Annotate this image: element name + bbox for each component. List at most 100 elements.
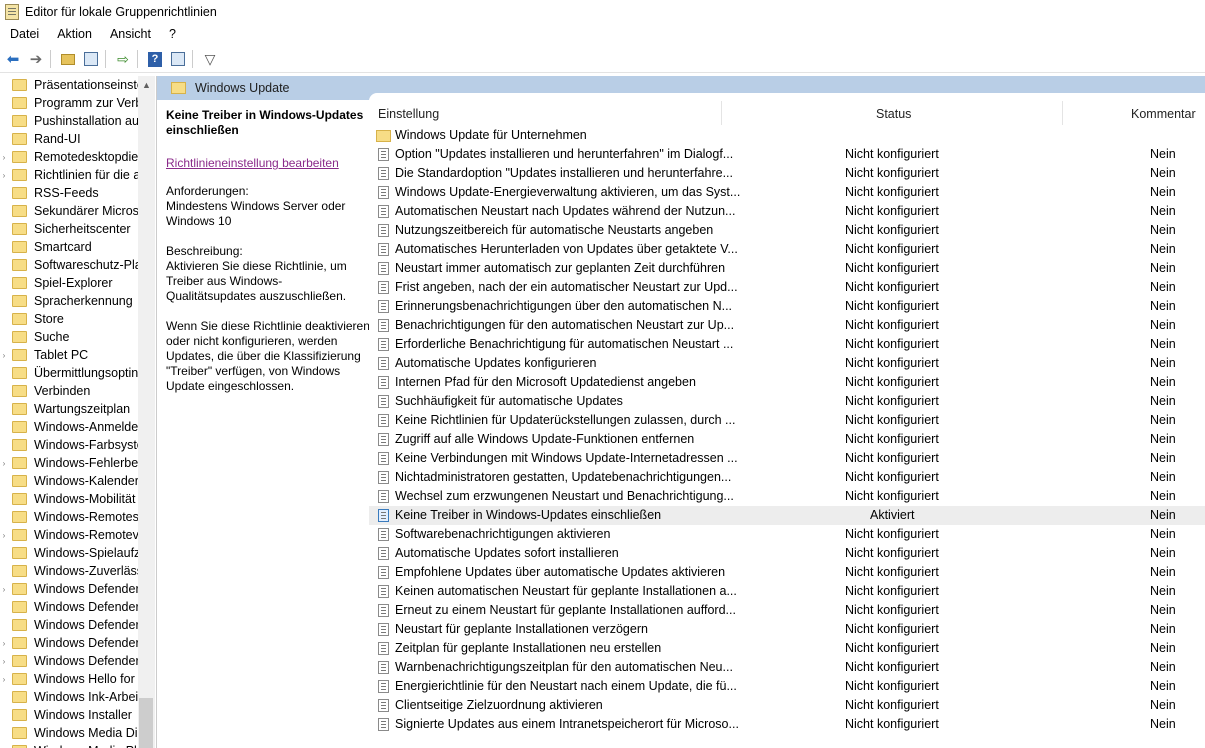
tree-item[interactable]: Windows-Remotesh	[0, 508, 138, 526]
policy-row[interactable]: Automatischen Neustart nach Updates währ…	[369, 202, 1205, 221]
policy-row[interactable]: Erinnerungsbenachrichtigungen über den a…	[369, 297, 1205, 316]
tree-item[interactable]: › Richtlinien für die a	[0, 166, 138, 184]
policy-row[interactable]: Energierichtlinie für den Neustart nach …	[369, 677, 1205, 696]
tree-item[interactable]: Sekundärer Microsc	[0, 202, 138, 220]
expand-arrow-icon[interactable]: ›	[0, 675, 8, 684]
tree-item[interactable]: Spracherkennung	[0, 292, 138, 310]
policy-row[interactable]: Keinen automatischen Neustart für geplan…	[369, 582, 1205, 601]
tree-item[interactable]: Sicherheitscenter	[0, 220, 138, 238]
policy-row[interactable]: Automatisches Herunterladen von Updates …	[369, 240, 1205, 259]
subfolder-row[interactable]: Windows Update für Unternehmen	[369, 126, 1205, 145]
policy-row[interactable]: Die Standardoption "Updates installieren…	[369, 164, 1205, 183]
tree-item[interactable]: › Tablet PC	[0, 346, 138, 364]
policy-row[interactable]: Nutzungszeitbereich für automatische Neu…	[369, 221, 1205, 240]
policy-row[interactable]: Signierte Updates aus einem Intranetspei…	[369, 715, 1205, 734]
tree-item[interactable]: Windows-Farbsyste	[0, 436, 138, 454]
tree-item[interactable]: Softwareschutz-Plat	[0, 256, 138, 274]
tree-item[interactable]: Pushinstallation aus	[0, 112, 138, 130]
policy-row[interactable]: Internen Pfad für den Microsoft Updatedi…	[369, 373, 1205, 392]
back-arrow-icon[interactable]: ⬅	[3, 49, 23, 69]
policy-row[interactable]: Zeitplan für geplante Installationen neu…	[369, 639, 1205, 658]
column-header-status[interactable]: Status	[876, 107, 911, 121]
policy-row[interactable]: Benachrichtigungen für den automatischen…	[369, 316, 1205, 335]
tree-item[interactable]: Präsentationseinste	[0, 76, 138, 94]
expand-arrow-icon[interactable]: ›	[0, 531, 8, 540]
expand-arrow-icon[interactable]: ›	[0, 657, 8, 666]
policy-row[interactable]: Windows Update-Energieverwaltung aktivie…	[369, 183, 1205, 202]
show-hide-tree-icon[interactable]	[81, 49, 101, 69]
policy-row[interactable]: Keine Treiber in Windows-Updates einschl…	[369, 506, 1205, 525]
column-divider[interactable]	[721, 101, 722, 125]
tree-item[interactable]: Windows-Zuverläss	[0, 562, 138, 580]
policy-row[interactable]: Neustart für geplante Installationen ver…	[369, 620, 1205, 639]
forward-arrow-icon[interactable]: ➔	[26, 49, 46, 69]
menu-datei[interactable]: Datei	[0, 27, 47, 41]
help-icon[interactable]: ?	[145, 49, 165, 69]
policy-row[interactable]: Option "Updates installieren und herunte…	[369, 145, 1205, 164]
tree-item[interactable]: › Windows Hello for I	[0, 670, 138, 688]
expand-arrow-icon[interactable]: ›	[0, 351, 8, 360]
policy-row[interactable]: Keine Verbindungen mit Windows Update-In…	[369, 449, 1205, 468]
column-header-comment[interactable]: Kommentar	[1131, 107, 1196, 121]
tree-item[interactable]: Übermittlungsoptin	[0, 364, 138, 382]
tree-item[interactable]: Spiel-Explorer	[0, 274, 138, 292]
expand-arrow-icon[interactable]: ›	[0, 171, 8, 180]
policy-row[interactable]: Keine Richtlinien für Updaterückstellung…	[369, 411, 1205, 430]
tree-item[interactable]: RSS-Feeds	[0, 184, 138, 202]
tree-item[interactable]: › Windows Defender	[0, 634, 138, 652]
expand-arrow-icon[interactable]: ›	[0, 585, 8, 594]
expand-arrow-icon[interactable]: ›	[0, 459, 8, 468]
tree-item[interactable]: Windows Media Pl	[0, 742, 138, 748]
policy-row[interactable]: Empfohlene Updates über automatische Upd…	[369, 563, 1205, 582]
properties-icon[interactable]	[168, 49, 188, 69]
column-divider[interactable]	[1062, 101, 1063, 125]
column-header-setting[interactable]: Einstellung	[378, 107, 439, 121]
tree-item[interactable]: Windows-Anmelde	[0, 418, 138, 436]
tree-item[interactable]: Smartcard	[0, 238, 138, 256]
scrollbar-thumb[interactable]	[139, 698, 153, 748]
export-list-icon[interactable]: ⇨	[113, 49, 133, 69]
up-folder-icon[interactable]	[58, 49, 78, 69]
tree-item[interactable]: › Windows-Remoteve	[0, 526, 138, 544]
tree-item[interactable]: Suche	[0, 328, 138, 346]
tree-item[interactable]: Verbinden	[0, 382, 138, 400]
tree-item[interactable]: › Windows-Fehlerber	[0, 454, 138, 472]
policy-row[interactable]: Automatische Updates sofort installieren…	[369, 544, 1205, 563]
filter-icon[interactable]: ▽	[200, 49, 220, 69]
expand-arrow-icon[interactable]: ›	[0, 639, 8, 648]
tree-item[interactable]: › Windows Defender	[0, 580, 138, 598]
tree-item[interactable]: Windows-Mobilität	[0, 490, 138, 508]
policy-row[interactable]: Frist angeben, nach der ein automatische…	[369, 278, 1205, 297]
tree-item[interactable]: Windows Defender	[0, 616, 138, 634]
menu-ansicht[interactable]: Ansicht	[100, 27, 159, 41]
tree-item[interactable]: Windows Defender	[0, 598, 138, 616]
policy-row[interactable]: Suchhäufigkeit für automatische Updates N…	[369, 392, 1205, 411]
policy-row[interactable]: Nichtadministratoren gestatten, Updatebe…	[369, 468, 1205, 487]
policy-row[interactable]: Automatische Updates konfigurieren Nicht …	[369, 354, 1205, 373]
tree-item[interactable]: Wartungszeitplan	[0, 400, 138, 418]
tree-item[interactable]: Windows-Spielaufze	[0, 544, 138, 562]
tree-item[interactable]: Windows Ink-Arbeit	[0, 688, 138, 706]
tree-item[interactable]: Windows-Kalender	[0, 472, 138, 490]
policy-row[interactable]: Erneut zu einem Neustart für geplante In…	[369, 601, 1205, 620]
tree-item[interactable]: Windows Installer	[0, 706, 138, 724]
policy-row[interactable]: Wechsel zum erzwungenen Neustart und Ben…	[369, 487, 1205, 506]
policy-row[interactable]: Zugriff auf alle Windows Update-Funktion…	[369, 430, 1205, 449]
tree-item[interactable]: › Windows Defender	[0, 652, 138, 670]
policy-row[interactable]: Neustart immer automatisch zur geplanten…	[369, 259, 1205, 278]
tree-item[interactable]: › Remotedesktopdier	[0, 148, 138, 166]
tree-item[interactable]: Windows Media Dig	[0, 724, 138, 742]
scroll-up-arrow-icon[interactable]: ▲	[138, 76, 155, 93]
expand-arrow-icon[interactable]: ›	[0, 153, 8, 162]
tree-scrollbar[interactable]: ▲	[138, 76, 155, 748]
tree-item[interactable]: Programm zur Verb	[0, 94, 138, 112]
policy-row[interactable]: Erforderliche Benachrichtigung für autom…	[369, 335, 1205, 354]
tree-item[interactable]: Store	[0, 310, 138, 328]
tree-item[interactable]: Rand-UI	[0, 130, 138, 148]
edit-policy-link[interactable]: Richtlinieneinstellung bearbeiten	[166, 156, 339, 170]
policy-row[interactable]: Warnbenachrichtigungszeitplan für den au…	[369, 658, 1205, 677]
policy-row[interactable]: Clientseitige Zielzuordnung aktivieren Ni…	[369, 696, 1205, 715]
menu-help[interactable]: ?	[159, 27, 184, 41]
menu-aktion[interactable]: Aktion	[47, 27, 100, 41]
policy-row[interactable]: Softwarebenachrichtigungen aktivieren Nic…	[369, 525, 1205, 544]
